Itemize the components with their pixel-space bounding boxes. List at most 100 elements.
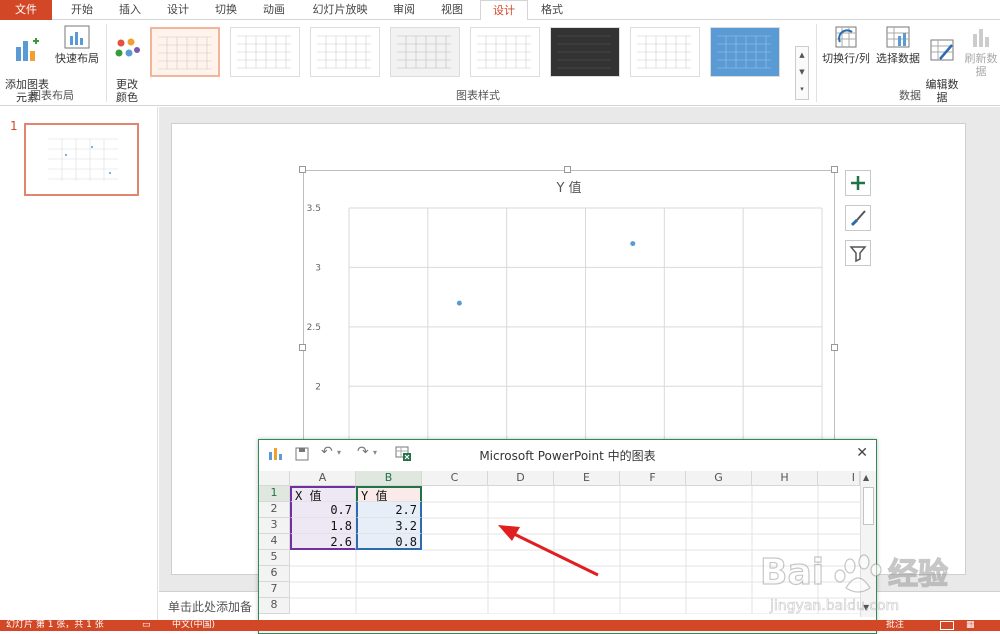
language-indicator[interactable]: 中文(中国) bbox=[172, 620, 215, 631]
column-header[interactable]: G bbox=[686, 471, 752, 486]
filter-icon bbox=[849, 246, 867, 263]
cell-b3[interactable]: 3.2 bbox=[356, 518, 422, 534]
cell-b4[interactable]: 0.8 bbox=[356, 534, 422, 550]
chart-style-1[interactable] bbox=[150, 27, 220, 77]
tab-chart-design[interactable]: 设计 bbox=[480, 0, 528, 21]
group-data-label: 数据 bbox=[899, 89, 921, 102]
column-header[interactable]: H bbox=[752, 471, 818, 486]
column-header[interactable]: F bbox=[620, 471, 686, 486]
y-tick-label: 2.5 bbox=[307, 323, 321, 333]
resize-handle[interactable] bbox=[564, 166, 571, 173]
baidu-watermark: Bai 经验 jingyan.baidu.com bbox=[759, 540, 990, 615]
row-header[interactable]: 1 bbox=[259, 486, 290, 502]
resize-handle[interactable] bbox=[299, 166, 306, 173]
quick-layout-icon bbox=[64, 25, 90, 49]
tab-insert[interactable]: 插入 bbox=[110, 0, 150, 20]
tab-format[interactable]: 格式 bbox=[530, 0, 574, 20]
chart-style-2[interactable] bbox=[230, 27, 300, 77]
cell-a3[interactable]: 1.8 bbox=[290, 518, 356, 534]
y-tick-label: 2 bbox=[315, 382, 321, 392]
palette-icon bbox=[115, 38, 140, 57]
cell-b1[interactable]: Y 值 bbox=[356, 486, 422, 503]
data-point[interactable] bbox=[456, 300, 462, 306]
tab-view[interactable]: 视图 bbox=[432, 0, 472, 20]
status-bar: 幻灯片 第 1 张，共 1 张 ▭ 中文(中国) 批注 ▦ bbox=[0, 620, 1000, 631]
refresh-data-button[interactable]: 刷新数据 bbox=[962, 24, 1000, 78]
resize-handle[interactable] bbox=[831, 344, 838, 351]
cell-a1[interactable]: X 值 bbox=[290, 486, 356, 503]
brush-icon bbox=[850, 210, 866, 227]
chart-data-titlebar[interactable]: ↶ ▾ ↷ ▾ Microsoft PowerPoint 中的图表 ✕ bbox=[259, 440, 876, 468]
cell-a2[interactable]: 0.7 bbox=[290, 502, 356, 518]
chart-style-preview-icon bbox=[637, 35, 691, 69]
select-all-corner[interactable] bbox=[259, 471, 290, 486]
tab-animations[interactable]: 动画 bbox=[254, 0, 294, 20]
spellcheck-icon[interactable]: ▭ bbox=[142, 620, 151, 631]
data-point[interactable] bbox=[630, 241, 636, 247]
scroll-thumb[interactable] bbox=[863, 487, 874, 525]
switch-row-column-icon bbox=[835, 26, 857, 48]
comments-button[interactable]: 批注 bbox=[886, 620, 904, 631]
tab-review[interactable]: 审阅 bbox=[384, 0, 424, 20]
chart-title[interactable]: Y 值 bbox=[555, 180, 581, 196]
chart-style-4[interactable] bbox=[390, 27, 460, 77]
chart-style-preview-icon bbox=[557, 35, 611, 69]
edit-data-icon bbox=[930, 39, 954, 61]
quick-layout-button[interactable]: 快速布局 bbox=[54, 24, 100, 65]
resize-handle[interactable] bbox=[299, 344, 306, 351]
resize-handle[interactable] bbox=[831, 166, 838, 173]
tab-transitions[interactable]: 切换 bbox=[206, 0, 246, 20]
row-header[interactable]: 5 bbox=[259, 550, 290, 566]
cell-b2[interactable]: 2.7 bbox=[356, 502, 422, 518]
chart-style-preview-icon bbox=[477, 35, 531, 69]
chart-style-8[interactable] bbox=[710, 27, 780, 77]
column-header[interactable]: D bbox=[488, 471, 554, 486]
slide-thumbnail[interactable] bbox=[24, 123, 139, 196]
cell-a4[interactable]: 2.6 bbox=[290, 534, 356, 550]
select-data-label: 选择数据 bbox=[876, 52, 920, 65]
column-header[interactable]: C bbox=[422, 471, 488, 486]
empty-cells[interactable] bbox=[290, 550, 422, 614]
tab-home[interactable]: 开始 bbox=[62, 0, 102, 20]
row-header[interactable]: 3 bbox=[259, 518, 290, 534]
change-colors-button[interactable]: 更改 颜色 bbox=[110, 24, 144, 104]
switch-row-column-label: 切换行/列 bbox=[822, 52, 870, 65]
row-header[interactable]: 8 bbox=[259, 598, 290, 614]
chart-elements-button[interactable] bbox=[845, 170, 871, 196]
chart-style-6[interactable] bbox=[550, 27, 620, 77]
watermark-brand: Bai bbox=[760, 552, 824, 593]
tab-slideshow[interactable]: 幻灯片放映 bbox=[305, 0, 375, 20]
column-header[interactable]: B bbox=[356, 471, 422, 486]
row-header[interactable]: 4 bbox=[259, 534, 290, 550]
chart-style-preview-icon bbox=[317, 35, 371, 69]
gallery-down-icon[interactable]: ▼ bbox=[796, 64, 808, 81]
column-header[interactable]: A bbox=[290, 471, 356, 486]
row-header[interactable]: 6 bbox=[259, 566, 290, 582]
column-header[interactable]: I bbox=[818, 471, 860, 486]
chart-styles-gallery bbox=[148, 24, 808, 80]
notes-placeholder: 单击此处添加备 bbox=[168, 600, 253, 614]
chart-filters-button[interactable] bbox=[845, 240, 871, 266]
slide-number: 1 bbox=[10, 119, 18, 133]
row-header[interactable]: 2 bbox=[259, 502, 290, 518]
select-data-icon bbox=[886, 26, 910, 48]
tab-file[interactable]: 文件 bbox=[0, 0, 52, 20]
scroll-up-icon[interactable]: ▲ bbox=[863, 473, 869, 482]
select-data-button[interactable]: 选择数据 bbox=[874, 24, 922, 65]
close-icon[interactable]: ✕ bbox=[856, 445, 868, 461]
tab-design[interactable]: 设计 bbox=[158, 0, 198, 20]
chart-styles-button[interactable] bbox=[845, 205, 871, 231]
chart-style-5[interactable] bbox=[470, 27, 540, 77]
baidu-paw-logo: Bai 经验 jingyan.baidu.com bbox=[759, 551, 948, 614]
group-chart-styles-label: 图表样式 bbox=[456, 89, 500, 102]
refresh-data-icon bbox=[973, 29, 989, 47]
switch-row-column-button[interactable]: 切换行/列 bbox=[820, 24, 872, 65]
chart-style-3[interactable] bbox=[310, 27, 380, 77]
slide-sorter-icon[interactable]: ▦ bbox=[966, 620, 975, 631]
gallery-up-icon[interactable]: ▲ bbox=[796, 47, 808, 64]
column-header[interactable]: E bbox=[554, 471, 620, 486]
normal-view-icon[interactable] bbox=[940, 621, 954, 630]
chart-style-7[interactable] bbox=[630, 27, 700, 77]
annotation-arrow bbox=[498, 525, 599, 577]
row-header[interactable]: 7 bbox=[259, 582, 290, 598]
